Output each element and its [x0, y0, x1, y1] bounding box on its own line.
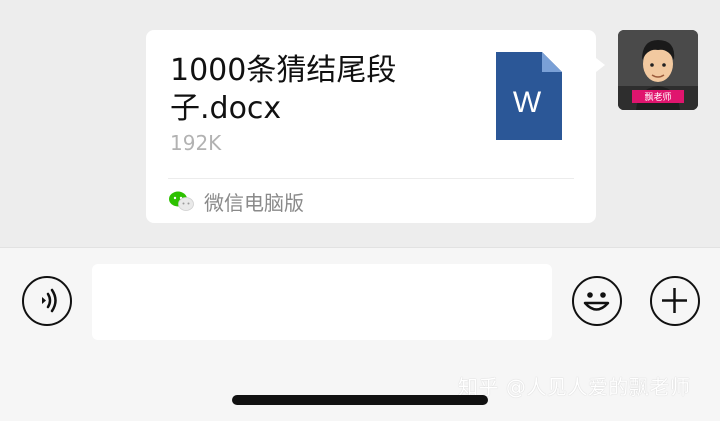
- word-document-icon: W: [496, 52, 562, 140]
- avatar[interactable]: 飘老师: [618, 30, 698, 110]
- plus-icon: [662, 288, 687, 313]
- file-type-letter: W: [513, 86, 542, 119]
- wechat-pc-icon: [169, 191, 194, 211]
- file-message-card[interactable]: 1000条猜结尾段子.docx 192K W 微信电脑版: [146, 30, 596, 223]
- avatar-badge-text: 飘老师: [644, 91, 671, 103]
- voice-button[interactable]: [22, 276, 72, 326]
- file-size: 192K: [170, 131, 222, 155]
- voice-icon: [42, 288, 57, 313]
- source-label: 微信电脑版: [204, 190, 304, 215]
- file-name: 1000条猜结尾段子.docx: [170, 53, 397, 126]
- emoji-icon: [583, 292, 610, 311]
- bubble-tail: [596, 58, 605, 72]
- emoji-button[interactable]: [572, 276, 622, 326]
- chat-area: 1000条猜结尾段子.docx 192K W 微信电脑版 飘老师: [0, 0, 720, 247]
- plus-button[interactable]: [650, 276, 700, 326]
- home-indicator[interactable]: [232, 395, 488, 405]
- avatar-image: 飘老师: [618, 30, 698, 110]
- card-divider: [168, 178, 574, 179]
- watermark: 知乎 @人见人爱的飘老师: [458, 375, 691, 399]
- message-input[interactable]: [92, 264, 552, 340]
- message-source: 微信电脑版: [168, 186, 304, 216]
